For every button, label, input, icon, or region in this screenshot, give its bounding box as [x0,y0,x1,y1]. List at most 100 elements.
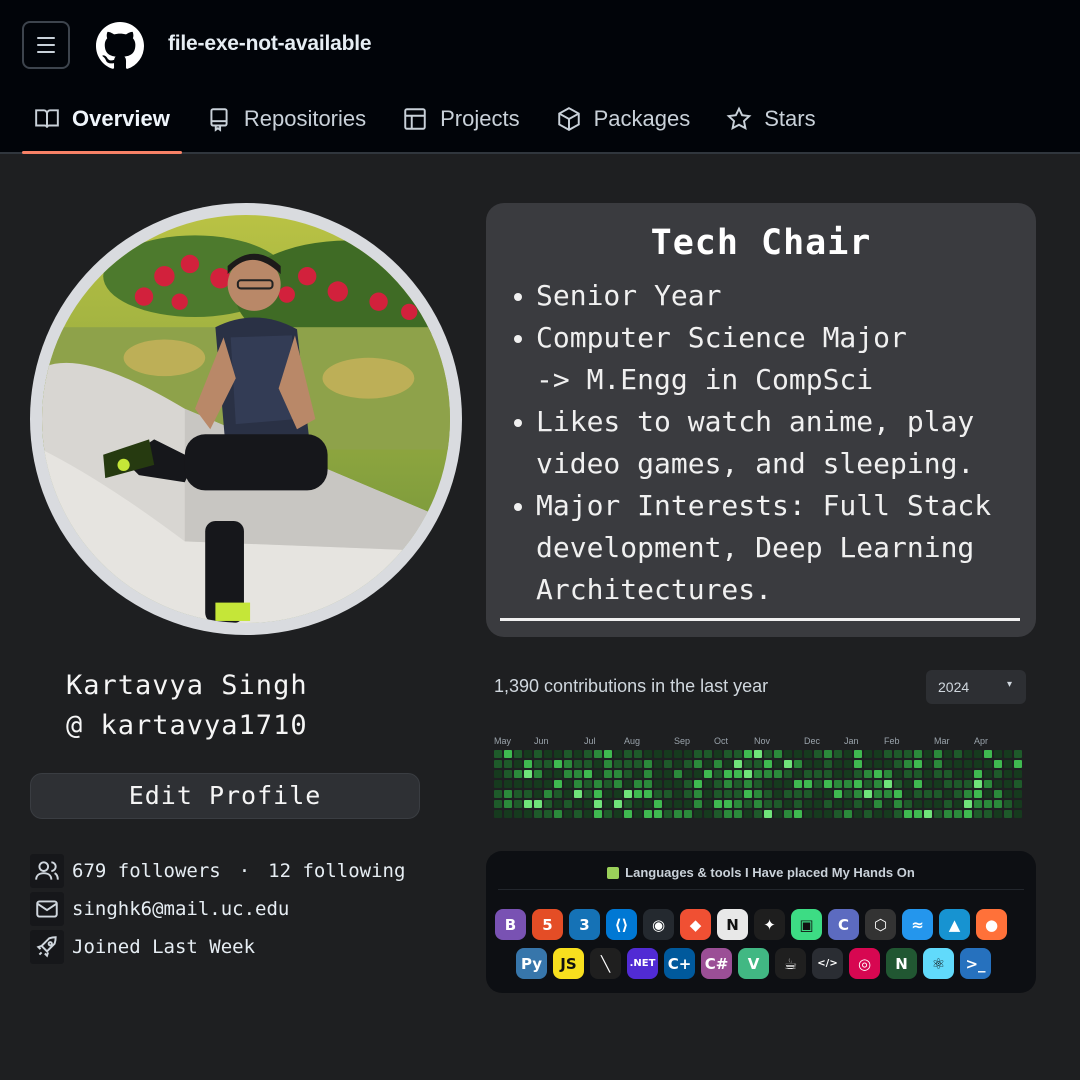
contribution-cell[interactable] [854,750,862,758]
contribution-cell[interactable] [994,800,1002,808]
contribution-cell[interactable] [664,790,672,798]
contribution-cell[interactable] [824,780,832,788]
contribution-cell[interactable] [904,780,912,788]
contribution-cell[interactable] [984,780,992,788]
contribution-cell[interactable] [644,750,652,758]
contribution-cell[interactable] [744,800,752,808]
contribution-cell[interactable] [494,810,502,818]
contribution-cell[interactable] [974,800,982,808]
contribution-cell[interactable] [954,780,962,788]
contribution-cell[interactable] [584,760,592,768]
contribution-cell[interactable] [544,800,552,808]
contribution-cell[interactable] [574,780,582,788]
contribution-cell[interactable] [954,810,962,818]
contribution-cell[interactable] [794,770,802,778]
contribution-cell[interactable] [734,790,742,798]
contribution-cell[interactable] [674,790,682,798]
contribution-cell[interactable] [724,760,732,768]
contribution-cell[interactable] [744,780,752,788]
contribution-cell[interactable] [574,810,582,818]
contribution-cell[interactable] [874,780,882,788]
contribution-cell[interactable] [594,790,602,798]
contribution-cell[interactable] [1004,760,1012,768]
contribution-cell[interactable] [854,790,862,798]
contribution-cell[interactable] [914,780,922,788]
contribution-cell[interactable] [514,750,522,758]
contribution-cell[interactable] [904,770,912,778]
contribution-cell[interactable] [654,790,662,798]
contribution-cell[interactable] [664,800,672,808]
contribution-cell[interactable] [544,770,552,778]
contribution-cell[interactable] [514,810,522,818]
contribution-cell[interactable] [804,760,812,768]
tab-repositories[interactable]: Repositories [194,96,378,142]
contribution-cell[interactable] [714,790,722,798]
contribution-cell[interactable] [894,760,902,768]
contribution-cell[interactable] [764,770,772,778]
contribution-cell[interactable] [934,780,942,788]
contribution-cell[interactable] [964,790,972,798]
contribution-cell[interactable] [524,760,532,768]
contribution-cell[interactable] [924,790,932,798]
contribution-cell[interactable] [624,770,632,778]
contribution-cell[interactable] [884,780,892,788]
contribution-cell[interactable] [644,780,652,788]
contribution-cell[interactable] [584,800,592,808]
contribution-cell[interactable] [584,780,592,788]
contribution-cell[interactable] [814,750,822,758]
contribution-cell[interactable] [774,780,782,788]
contribution-cell[interactable] [944,780,952,788]
contribution-cell[interactable] [614,800,622,808]
contribution-cell[interactable] [884,750,892,758]
contribution-cell[interactable] [634,810,642,818]
contribution-cell[interactable] [504,750,512,758]
contribution-cell[interactable] [1014,810,1022,818]
contribution-cell[interactable] [914,770,922,778]
contribution-cell[interactable] [994,760,1002,768]
contribution-cell[interactable] [614,810,622,818]
contribution-cell[interactable] [904,800,912,808]
contribution-cell[interactable] [934,800,942,808]
contribution-cell[interactable] [714,770,722,778]
contribution-cell[interactable] [704,790,712,798]
contribution-cell[interactable] [694,760,702,768]
contribution-cell[interactable] [744,750,752,758]
contribution-cell[interactable] [614,790,622,798]
edit-profile-button[interactable]: Edit Profile [30,773,420,819]
contribution-cell[interactable] [564,770,572,778]
contribution-cell[interactable] [864,750,872,758]
contribution-cell[interactable] [664,780,672,788]
contribution-cell[interactable] [864,790,872,798]
contribution-cell[interactable] [744,760,752,768]
contribution-cell[interactable] [854,810,862,818]
contribution-cell[interactable] [554,800,562,808]
contribution-cell[interactable] [514,790,522,798]
contribution-cell[interactable] [854,800,862,808]
contribution-cell[interactable] [574,800,582,808]
contribution-cell[interactable] [624,780,632,788]
profile-repo-name[interactable]: file-exe-not-available [168,32,372,56]
contribution-cell[interactable] [794,760,802,768]
tab-overview[interactable]: Overview [22,96,182,154]
contribution-cell[interactable] [844,760,852,768]
contribution-cell[interactable] [544,760,552,768]
contribution-cell[interactable] [594,800,602,808]
contribution-cell[interactable] [644,760,652,768]
contribution-cell[interactable] [974,760,982,768]
contribution-cell[interactable] [734,780,742,788]
contribution-cell[interactable] [934,750,942,758]
contribution-cell[interactable] [1004,790,1012,798]
contribution-cell[interactable] [504,790,512,798]
contribution-cell[interactable] [644,770,652,778]
tab-stars[interactable]: Stars [714,96,827,142]
contribution-cell[interactable] [824,760,832,768]
contribution-cell[interactable] [724,810,732,818]
contribution-cell[interactable] [894,810,902,818]
contribution-cell[interactable] [954,800,962,808]
contribution-cell[interactable] [974,810,982,818]
contribution-cell[interactable] [674,800,682,808]
contribution-cell[interactable] [864,800,872,808]
contribution-cell[interactable] [1004,780,1012,788]
contribution-cell[interactable] [834,810,842,818]
contribution-cell[interactable] [574,750,582,758]
